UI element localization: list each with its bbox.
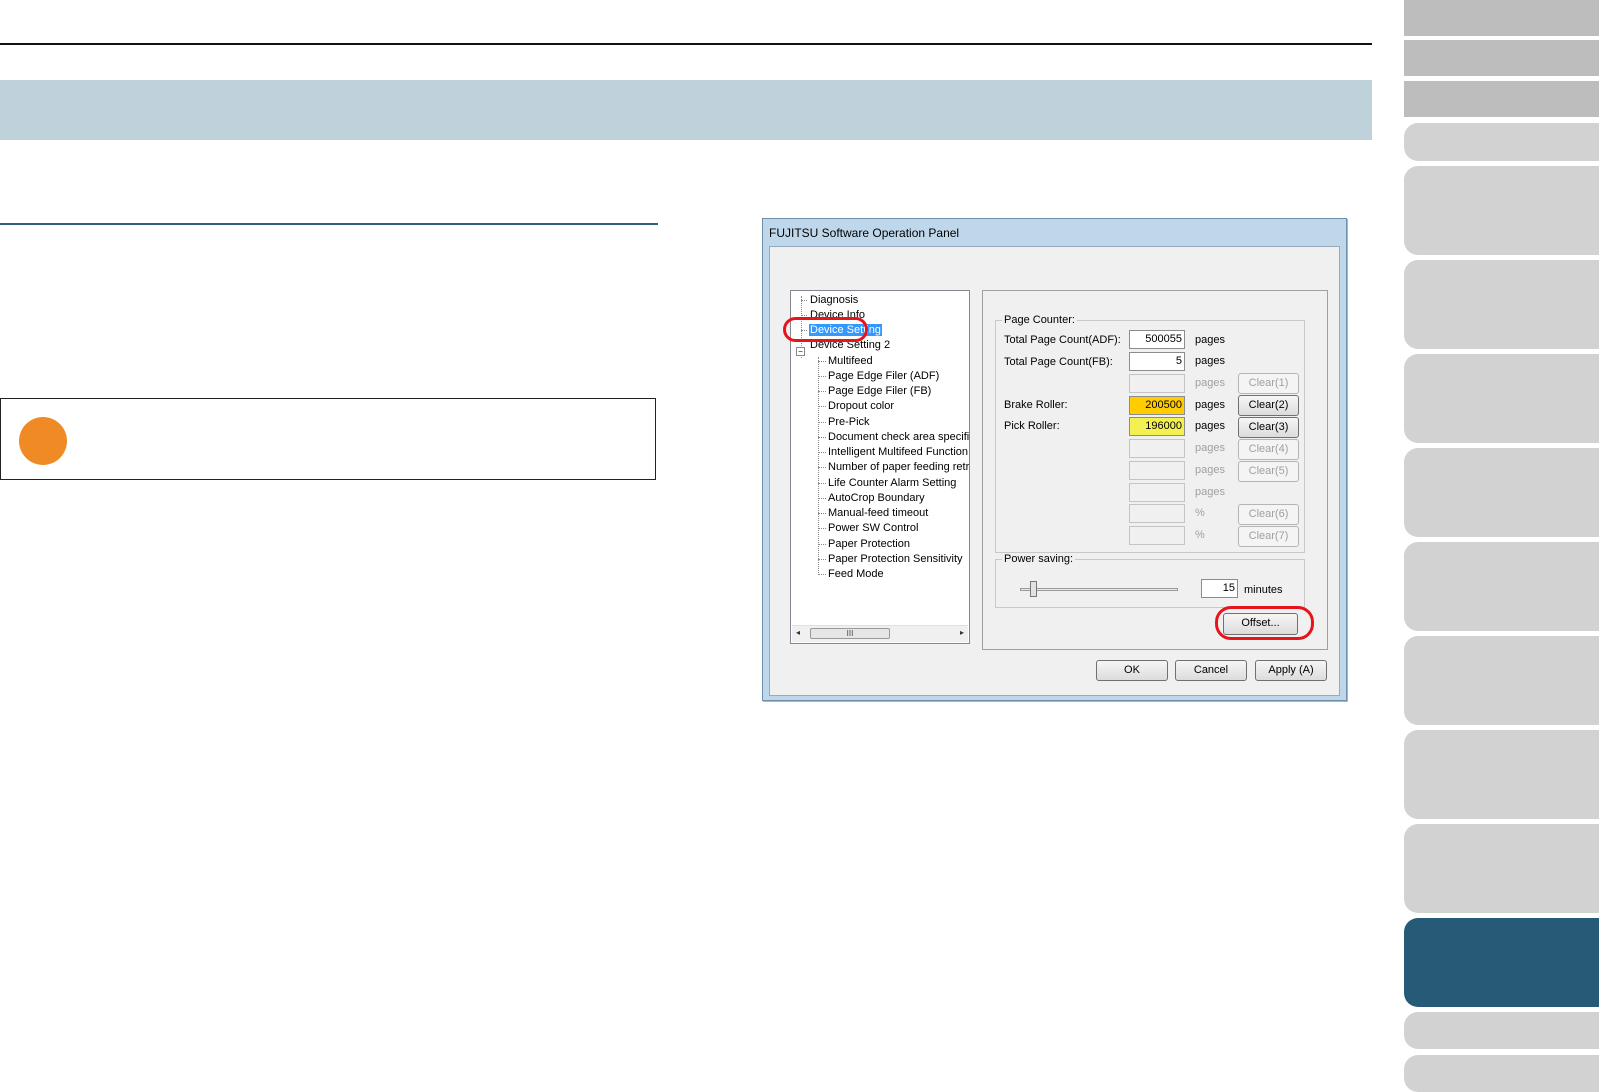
power-saving-slider-track[interactable] (1020, 588, 1178, 591)
note-box (0, 398, 656, 480)
nav-tab-2[interactable] (1404, 40, 1599, 76)
nav-tab-11[interactable] (1404, 730, 1599, 819)
scroll-right-icon[interactable]: ▸ (960, 628, 964, 637)
dialog-client-area: Diagnosis Device Info Device Setting − D… (769, 246, 1340, 696)
unit-pages: pages (1195, 442, 1225, 454)
brake-roller-field: 200500 (1129, 396, 1185, 415)
clear-7-button[interactable]: Clear(7) (1238, 526, 1299, 547)
apply-button[interactable]: Apply (A) (1255, 660, 1327, 681)
highlight-ring-offset (1215, 606, 1314, 640)
settings-panel: Page Counter: Total Page Count(ADF): 500… (982, 290, 1328, 650)
tree-item-multifeed[interactable]: Multifeed (828, 355, 873, 368)
counter-field-empty-1 (1129, 374, 1185, 393)
section-rule (0, 223, 658, 225)
tree-item-page-edge-filer-adf[interactable]: Page Edge Filer (ADF) (828, 370, 939, 383)
nav-tab-7[interactable] (1404, 354, 1599, 443)
dialog-title: FUJITSU Software Operation Panel (769, 226, 960, 240)
page-counter-group: Page Counter: Total Page Count(ADF): 500… (995, 314, 1305, 553)
minutes-unit: minutes (1244, 584, 1283, 596)
clear-2-button[interactable]: Clear(2) (1238, 395, 1299, 416)
unit-pages: pages (1195, 399, 1225, 411)
settings-tree[interactable]: Diagnosis Device Info Device Setting − D… (790, 290, 970, 644)
tree-item-manual-feed-timeout[interactable]: Manual-feed timeout (828, 507, 928, 520)
tree-item-intelligent-multifeed[interactable]: Intelligent Multifeed Function (828, 446, 968, 459)
unit-pages: pages (1195, 464, 1225, 476)
tree-horizontal-scrollbar[interactable]: ◂ III ▸ (792, 625, 968, 642)
nav-tab-12[interactable] (1404, 824, 1599, 913)
tree-item-life-counter-alarm[interactable]: Life Counter Alarm Setting (828, 477, 956, 490)
operation-panel-dialog: FUJITSU Software Operation Panel Diagnos… (762, 218, 1347, 701)
unit-percent: % (1195, 507, 1205, 519)
nav-tab-10[interactable] (1404, 636, 1599, 725)
clear-6-button[interactable]: Clear(6) (1238, 504, 1299, 525)
clear-3-button[interactable]: Clear(3) (1238, 417, 1299, 438)
total-adf-field: 500055 (1129, 330, 1185, 349)
power-saving-label: Power saving: (1002, 553, 1076, 565)
unit-pages: pages (1195, 486, 1225, 498)
total-adf-label: Total Page Count(ADF): (1004, 334, 1121, 346)
counter-field-empty-4 (1129, 439, 1185, 458)
unit-pages: pages (1195, 334, 1225, 346)
unit-pages: pages (1195, 355, 1225, 367)
counter-field-empty-8 (1129, 526, 1185, 545)
power-saving-minutes-field[interactable]: 15 (1201, 579, 1238, 598)
title-band (0, 80, 1372, 140)
scroll-thumb[interactable]: III (810, 628, 890, 639)
unit-percent: % (1195, 529, 1205, 541)
clear-1-button[interactable]: Clear(1) (1238, 373, 1299, 394)
counter-field-empty-5 (1129, 461, 1185, 480)
page-counter-label: Page Counter: (1002, 314, 1077, 326)
tree-item-page-edge-filer-fb[interactable]: Page Edge Filer (FB) (828, 385, 931, 398)
tree-item-autocrop-boundary[interactable]: AutoCrop Boundary (828, 492, 925, 505)
power-saving-slider-thumb[interactable] (1030, 581, 1037, 597)
tree-item-document-check-area[interactable]: Document check area specific (828, 431, 969, 444)
tree-item-dropout-color[interactable]: Dropout color (828, 400, 894, 413)
pick-roller-field: 196000 (1129, 417, 1185, 436)
total-fb-label: Total Page Count(FB): (1004, 356, 1113, 368)
pick-roller-label: Pick Roller: (1004, 420, 1060, 432)
attention-icon (19, 417, 67, 465)
nav-tab-14[interactable] (1404, 1055, 1599, 1092)
brake-roller-label: Brake Roller: (1004, 399, 1068, 411)
nav-tab-8[interactable] (1404, 448, 1599, 537)
header-rule (0, 43, 1372, 45)
nav-tab-13[interactable] (1404, 1012, 1599, 1049)
tree-item-paper-feeding-retries[interactable]: Number of paper feeding retrie (828, 461, 969, 474)
counter-field-empty-7 (1129, 504, 1185, 523)
scroll-left-icon[interactable]: ◂ (796, 628, 800, 637)
unit-pages: pages (1195, 377, 1225, 389)
nav-tab-9[interactable] (1404, 542, 1599, 631)
nav-tab-3[interactable] (1404, 81, 1599, 117)
nav-tab-4[interactable] (1404, 123, 1599, 161)
clear-5-button[interactable]: Clear(5) (1238, 461, 1299, 482)
nav-tab-5[interactable] (1404, 166, 1599, 255)
cancel-button[interactable]: Cancel (1175, 660, 1247, 681)
total-fb-field: 5 (1129, 352, 1185, 371)
collapse-icon[interactable]: − (796, 347, 805, 356)
tree-item-paper-protection-sensitivity[interactable]: Paper Protection Sensitivity (828, 553, 963, 566)
highlight-ring-device-setting (783, 317, 868, 342)
nav-tab-1[interactable] (1404, 0, 1599, 36)
tree-item-paper-protection[interactable]: Paper Protection (828, 538, 910, 551)
nav-tab-6[interactable] (1404, 260, 1599, 349)
tree-item-pre-pick[interactable]: Pre-Pick (828, 416, 870, 429)
tree-item-power-sw-control[interactable]: Power SW Control (828, 522, 918, 535)
tree-item-diagnosis[interactable]: Diagnosis (810, 294, 858, 307)
ok-button[interactable]: OK (1096, 660, 1168, 681)
unit-pages: pages (1195, 420, 1225, 432)
clear-4-button[interactable]: Clear(4) (1238, 439, 1299, 460)
counter-field-empty-6 (1129, 483, 1185, 502)
tree-item-feed-mode[interactable]: Feed Mode (828, 568, 884, 581)
power-saving-group: Power saving: 15 minutes (995, 553, 1305, 608)
nav-tab-active[interactable] (1404, 918, 1599, 1007)
